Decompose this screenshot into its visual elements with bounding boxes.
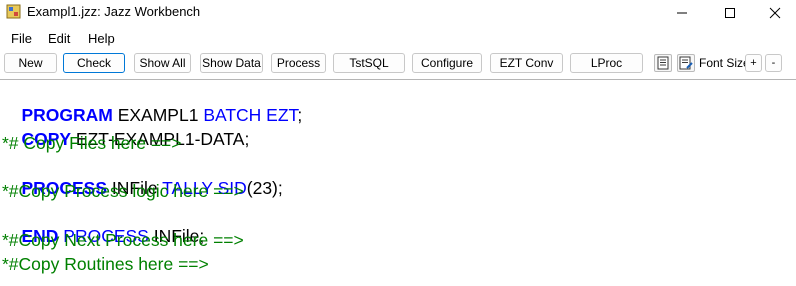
document-edit-icon: [679, 56, 693, 70]
title-bar: Exampl1.jzz: Jazz Workbench: [0, 0, 796, 25]
show-all-button[interactable]: Show All: [134, 53, 191, 73]
maximize-button[interactable]: [707, 0, 753, 25]
view-toggle-button[interactable]: [654, 54, 672, 72]
window-title: Exampl1.jzz: Jazz Workbench: [27, 4, 201, 19]
tstsql-button[interactable]: TstSQL: [333, 53, 405, 73]
code-text: ;: [297, 105, 303, 125]
configure-button[interactable]: Configure: [412, 53, 482, 73]
process-button[interactable]: Process: [271, 53, 326, 73]
app-icon: [6, 4, 21, 19]
code-editor[interactable]: PROGRAM EXAMPL1 BATCH EZT; COPY EZT-EXAM…: [0, 80, 796, 286]
close-icon: [769, 7, 781, 18]
code-comment: *#Copy Process logic here ==>: [2, 181, 244, 201]
minimize-icon: [677, 12, 687, 13]
menu-file[interactable]: File: [11, 31, 32, 46]
maximize-icon: [725, 7, 735, 18]
check-button[interactable]: Check: [63, 53, 125, 73]
menu-edit[interactable]: Edit: [48, 31, 70, 46]
show-data-button[interactable]: Show Data: [200, 53, 263, 73]
new-button[interactable]: New: [4, 53, 57, 73]
toolbar: New Check Show All Show Data Process Tst…: [0, 51, 796, 77]
menu-bar: File Edit Help: [0, 29, 796, 49]
ezt-conv-button[interactable]: EZT Conv: [490, 53, 563, 73]
minimize-button[interactable]: [659, 0, 705, 25]
font-size-increase-button[interactable]: +: [745, 54, 762, 72]
lproc-button[interactable]: LProc: [570, 53, 643, 73]
document-icon: [657, 56, 669, 70]
close-button[interactable]: [752, 0, 796, 25]
menu-help[interactable]: Help: [88, 31, 115, 46]
edit-toggle-button[interactable]: [677, 54, 695, 72]
code-comment: *#Copy Routines here ==>: [2, 254, 209, 274]
font-size-decrease-button[interactable]: -: [765, 54, 782, 72]
code-comment: *#Copy Next Process here ==>: [2, 230, 244, 250]
font-size-label: Font Size: [699, 56, 750, 70]
code-comment: *# Copy Files here ==>: [2, 133, 182, 153]
code-text: (23);: [246, 178, 283, 198]
